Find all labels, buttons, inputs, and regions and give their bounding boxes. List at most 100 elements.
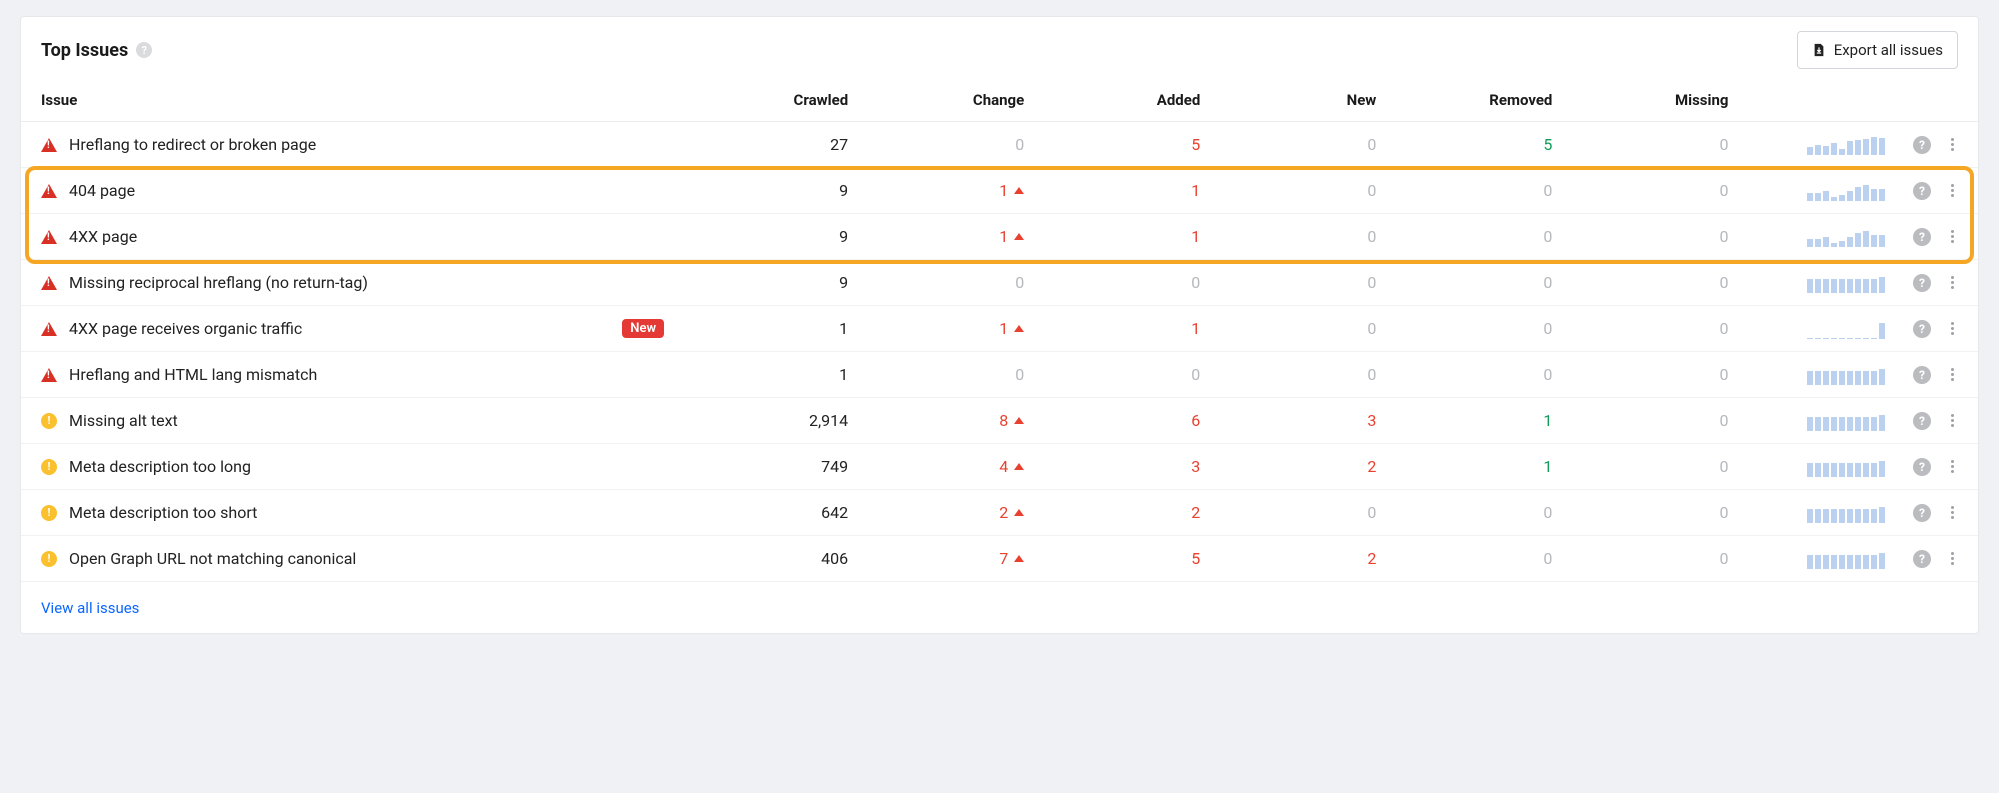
title-wrap: Top Issues ? — [41, 40, 152, 61]
new-badge: New — [622, 319, 664, 338]
more-menu-icon[interactable] — [1947, 502, 1958, 523]
missing-value: 0 — [1719, 365, 1728, 384]
view-all-link[interactable]: View all issues — [41, 599, 139, 617]
new-value: 0 — [1367, 319, 1376, 338]
issue-name: 4XX page receives organic traffic — [69, 319, 302, 338]
added-value: 2 — [1191, 503, 1200, 522]
row-help-icon[interactable]: ? — [1913, 228, 1931, 246]
more-menu-icon[interactable] — [1947, 410, 1958, 431]
more-menu-icon[interactable] — [1947, 272, 1958, 293]
table-row[interactable]: Missing reciprocal hreflang (no return-t… — [21, 260, 1978, 306]
table-row[interactable]: Open Graph URL not matching canonical406… — [21, 536, 1978, 582]
table-row[interactable]: Hreflang and HTML lang mismatch100000? — [21, 352, 1978, 398]
added-value: 6 — [1191, 411, 1200, 430]
sparkline[interactable] — [1756, 411, 1885, 431]
change-value: 1 — [999, 181, 1024, 200]
change-value: 0 — [1015, 273, 1024, 292]
sparkline[interactable] — [1756, 365, 1885, 385]
crawled-value: 749 — [821, 457, 848, 476]
trend-up-icon — [1014, 325, 1024, 332]
removed-value: 0 — [1543, 503, 1552, 522]
col-added[interactable]: Added — [1038, 81, 1214, 122]
warning-circle-icon — [41, 551, 57, 567]
issue-name: 4XX page — [69, 227, 137, 246]
issue-name: Missing alt text — [69, 411, 178, 430]
sparkline[interactable] — [1756, 135, 1885, 155]
col-crawled[interactable]: Crawled — [686, 81, 862, 122]
more-menu-icon[interactable] — [1947, 180, 1958, 201]
removed-value: 0 — [1543, 273, 1552, 292]
new-value: 0 — [1367, 273, 1376, 292]
removed-value: 0 — [1543, 181, 1552, 200]
row-help-icon[interactable]: ? — [1913, 504, 1931, 522]
more-menu-icon[interactable] — [1947, 318, 1958, 339]
help-icon[interactable]: ? — [136, 42, 152, 58]
table-row[interactable]: 404 page911000? — [21, 168, 1978, 214]
new-value: 0 — [1367, 503, 1376, 522]
col-removed[interactable]: Removed — [1390, 81, 1566, 122]
warning-circle-icon — [41, 459, 57, 475]
change-value: 8 — [999, 411, 1024, 430]
table-row[interactable]: Missing alt text2,91486310? — [21, 398, 1978, 444]
trend-up-icon — [1014, 509, 1024, 516]
sparkline[interactable] — [1756, 549, 1885, 569]
card-header: Top Issues ? Export all issues — [21, 17, 1978, 81]
missing-value: 0 — [1719, 319, 1728, 338]
table-row[interactable]: Meta description too long74943210? — [21, 444, 1978, 490]
row-help-icon[interactable]: ? — [1913, 458, 1931, 476]
table-row[interactable]: Hreflang to redirect or broken page27050… — [21, 122, 1978, 168]
more-menu-icon[interactable] — [1947, 364, 1958, 385]
row-help-icon[interactable]: ? — [1913, 366, 1931, 384]
added-value: 0 — [1191, 365, 1200, 384]
row-help-icon[interactable]: ? — [1913, 412, 1931, 430]
sparkline[interactable] — [1756, 457, 1885, 477]
table-row[interactable]: Meta description too short64222000? — [21, 490, 1978, 536]
change-value: 7 — [999, 549, 1024, 568]
more-menu-icon[interactable] — [1947, 548, 1958, 569]
added-value: 3 — [1191, 457, 1200, 476]
row-help-icon[interactable]: ? — [1913, 274, 1931, 292]
table-row[interactable]: 4XX page911000? — [21, 214, 1978, 260]
row-help-icon[interactable]: ? — [1913, 182, 1931, 200]
missing-value: 0 — [1719, 503, 1728, 522]
more-menu-icon[interactable] — [1947, 456, 1958, 477]
panel-title: Top Issues — [41, 40, 128, 61]
crawled-value: 27 — [830, 135, 848, 154]
change-value: 1 — [999, 227, 1024, 246]
col-change[interactable]: Change — [862, 81, 1038, 122]
row-help-icon[interactable]: ? — [1913, 320, 1931, 338]
added-value: 0 — [1191, 273, 1200, 292]
issue-name: Open Graph URL not matching canonical — [69, 549, 356, 568]
sparkline[interactable] — [1756, 273, 1885, 293]
error-triangle-icon — [41, 322, 57, 336]
new-value: 3 — [1367, 411, 1376, 430]
col-new[interactable]: New — [1214, 81, 1390, 122]
missing-value: 0 — [1719, 227, 1728, 246]
card-footer: View all issues — [21, 582, 1978, 633]
issue-name: Missing reciprocal hreflang (no return-t… — [69, 273, 368, 292]
crawled-value: 1 — [839, 319, 848, 338]
crawled-value: 9 — [839, 227, 848, 246]
col-issue[interactable]: Issue — [21, 81, 686, 122]
sparkline[interactable] — [1756, 227, 1885, 247]
more-menu-icon[interactable] — [1947, 226, 1958, 247]
issues-table: Issue Crawled Change Added New Removed M… — [21, 81, 1978, 582]
removed-value: 1 — [1543, 411, 1552, 430]
removed-value: 0 — [1543, 319, 1552, 338]
sparkline[interactable] — [1756, 181, 1885, 201]
new-value: 2 — [1367, 457, 1376, 476]
export-all-button[interactable]: Export all issues — [1797, 31, 1958, 69]
col-missing[interactable]: Missing — [1566, 81, 1742, 122]
sparkline[interactable] — [1756, 503, 1885, 523]
row-help-icon[interactable]: ? — [1913, 550, 1931, 568]
trend-up-icon — [1014, 187, 1024, 194]
sparkline[interactable] — [1756, 319, 1885, 339]
new-value: 0 — [1367, 365, 1376, 384]
row-help-icon[interactable]: ? — [1913, 136, 1931, 154]
trend-up-icon — [1014, 233, 1024, 240]
error-triangle-icon — [41, 276, 57, 290]
more-menu-icon[interactable] — [1947, 134, 1958, 155]
added-value: 1 — [1191, 227, 1200, 246]
table-row[interactable]: 4XX page receives organic trafficNew1110… — [21, 306, 1978, 352]
crawled-value: 1 — [839, 365, 848, 384]
